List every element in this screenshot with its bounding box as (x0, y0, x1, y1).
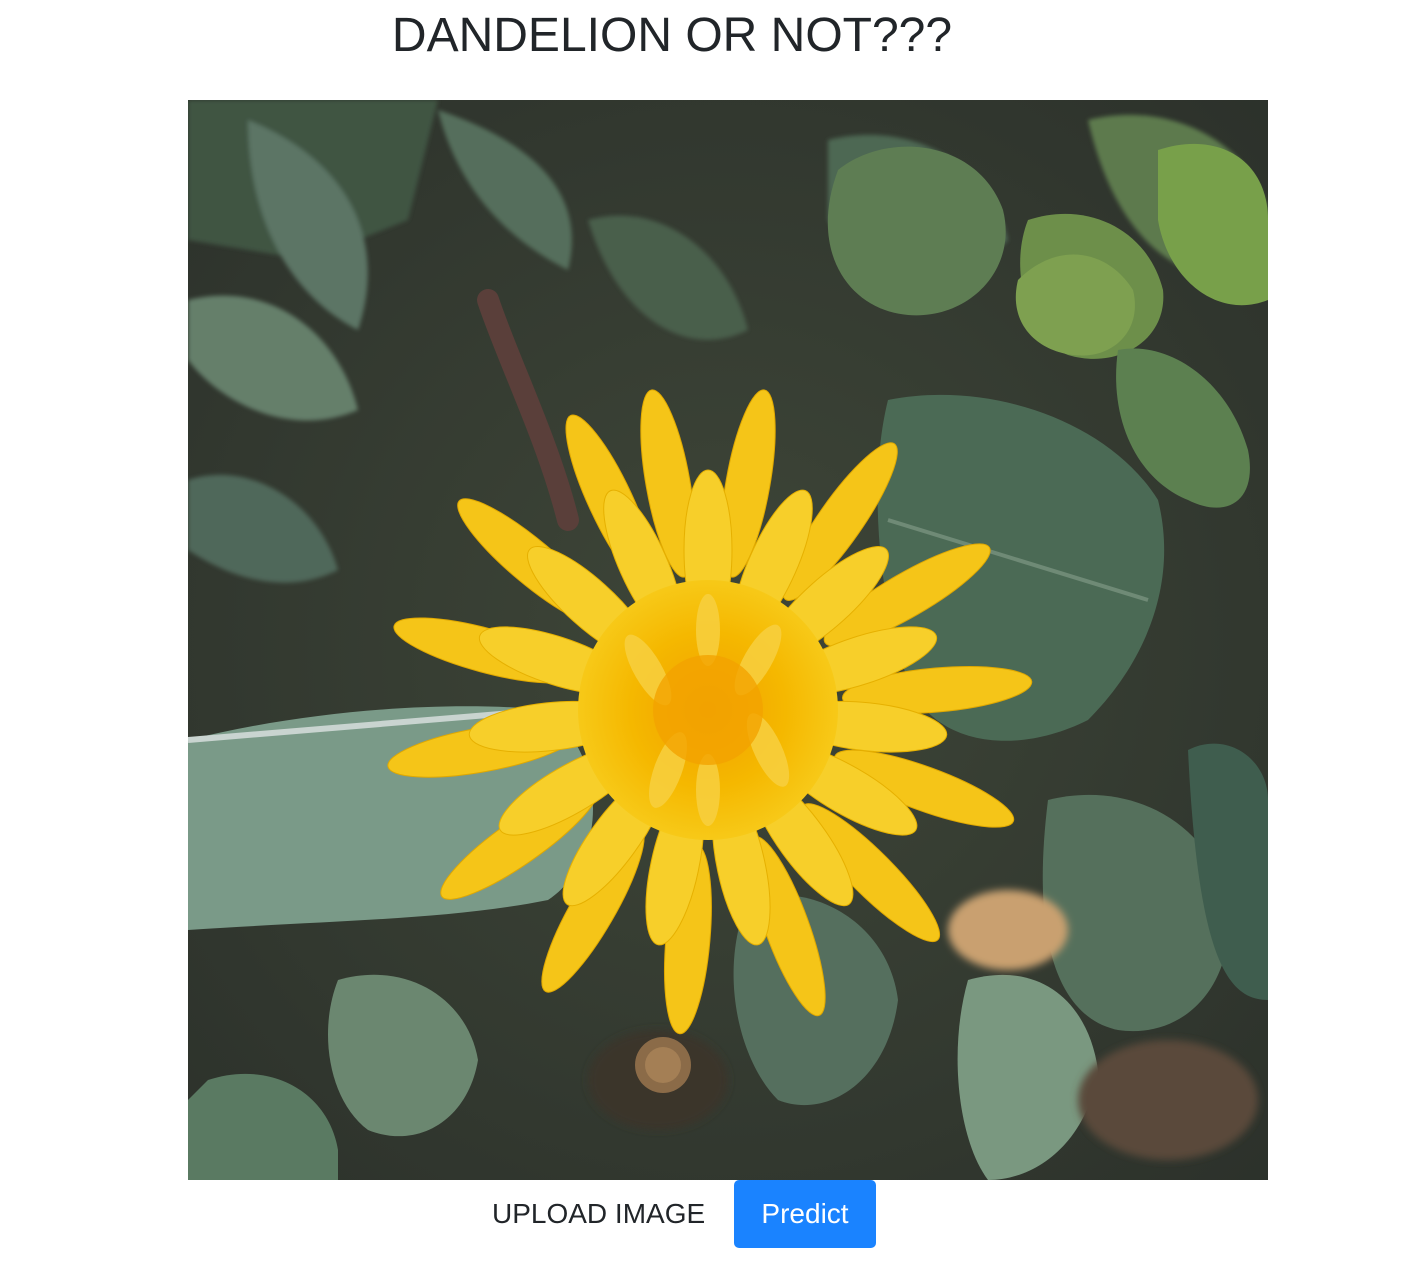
page: DANDELION OR NOT??? UPLOAD IMAGE Predict (0, 0, 1406, 1264)
dandelion-photo (188, 100, 1268, 1180)
page-title: DANDELION OR NOT??? (391, 9, 953, 62)
controls-bar: UPLOAD IMAGE Predict (0, 1180, 1406, 1248)
uploaded-image (188, 100, 1268, 1180)
predict-button[interactable]: Predict (734, 1180, 876, 1248)
upload-image-button[interactable]: UPLOAD IMAGE (492, 1198, 705, 1230)
